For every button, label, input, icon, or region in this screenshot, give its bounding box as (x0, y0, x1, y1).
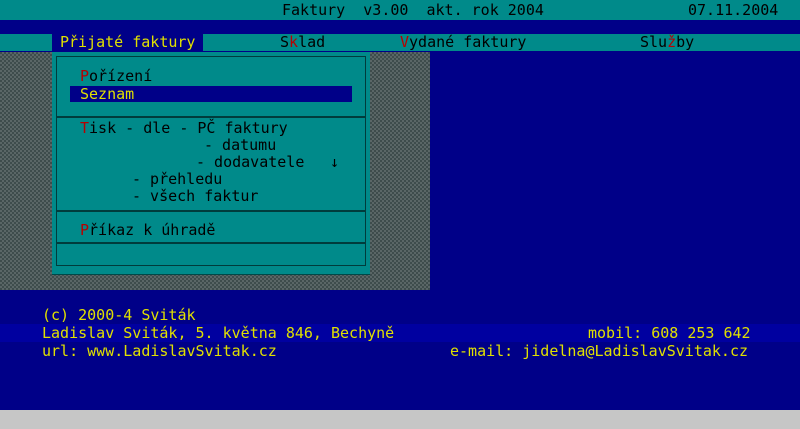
title-bar: Faktury v3.00 akt. rok 2004 07.11.2004 (0, 0, 800, 20)
menu-sklad[interactable]: Sklad (280, 34, 325, 51)
scroll-down-arrow-icon[interactable]: ↓ (330, 153, 339, 171)
menu-item-porizeni[interactable]: Pořízení (80, 67, 152, 85)
menu-item-seznam[interactable]: Seznam (70, 86, 352, 102)
menu-bar: Přijaté faktury Sklad Vydané faktury Slu… (0, 34, 800, 51)
menu-sluzby[interactable]: Služby (640, 34, 694, 51)
menu-group-frame (56, 242, 366, 266)
menu-item-prikaz-k-uhrade[interactable]: Příkaz k úhradě (80, 221, 215, 239)
menu-item-seznam-label: Seznam (80, 85, 135, 103)
menu-vydane-faktury[interactable]: Vydané faktury (400, 34, 526, 51)
footer-url: url: www.LadislavSvitak.cz (42, 342, 277, 360)
footer-address: Ladislav Sviták, 5. května 846, Bechyně (42, 324, 395, 342)
status-strip (0, 410, 800, 429)
footer-email: e-mail: jidelna@LadislavSvitak.cz (450, 342, 749, 360)
current-date: 07.11.2004 (688, 1, 779, 19)
menu-item-tisk-vsech-faktur[interactable]: - všech faktur (132, 187, 258, 205)
separator-strip (0, 20, 800, 34)
menu-prijate-faktury[interactable]: Přijaté faktury (52, 34, 204, 51)
menu-item-tisk-datumu[interactable]: - datumu (204, 136, 276, 154)
footer-mobile: mobil: 608 253 642 (588, 324, 751, 342)
menu-item-tisk-dodavatele[interactable]: - dodavatele (196, 153, 304, 171)
footer-copyright: (c) 2000-4 Sviták (42, 306, 196, 324)
menu-item-tisk-pc-faktury[interactable]: Tisk - dle - PČ faktury (80, 119, 288, 137)
app-title: Faktury v3.00 akt. rok 2004 (282, 1, 544, 19)
menu-item-tisk-prehledu[interactable]: - přehledu (132, 170, 222, 188)
